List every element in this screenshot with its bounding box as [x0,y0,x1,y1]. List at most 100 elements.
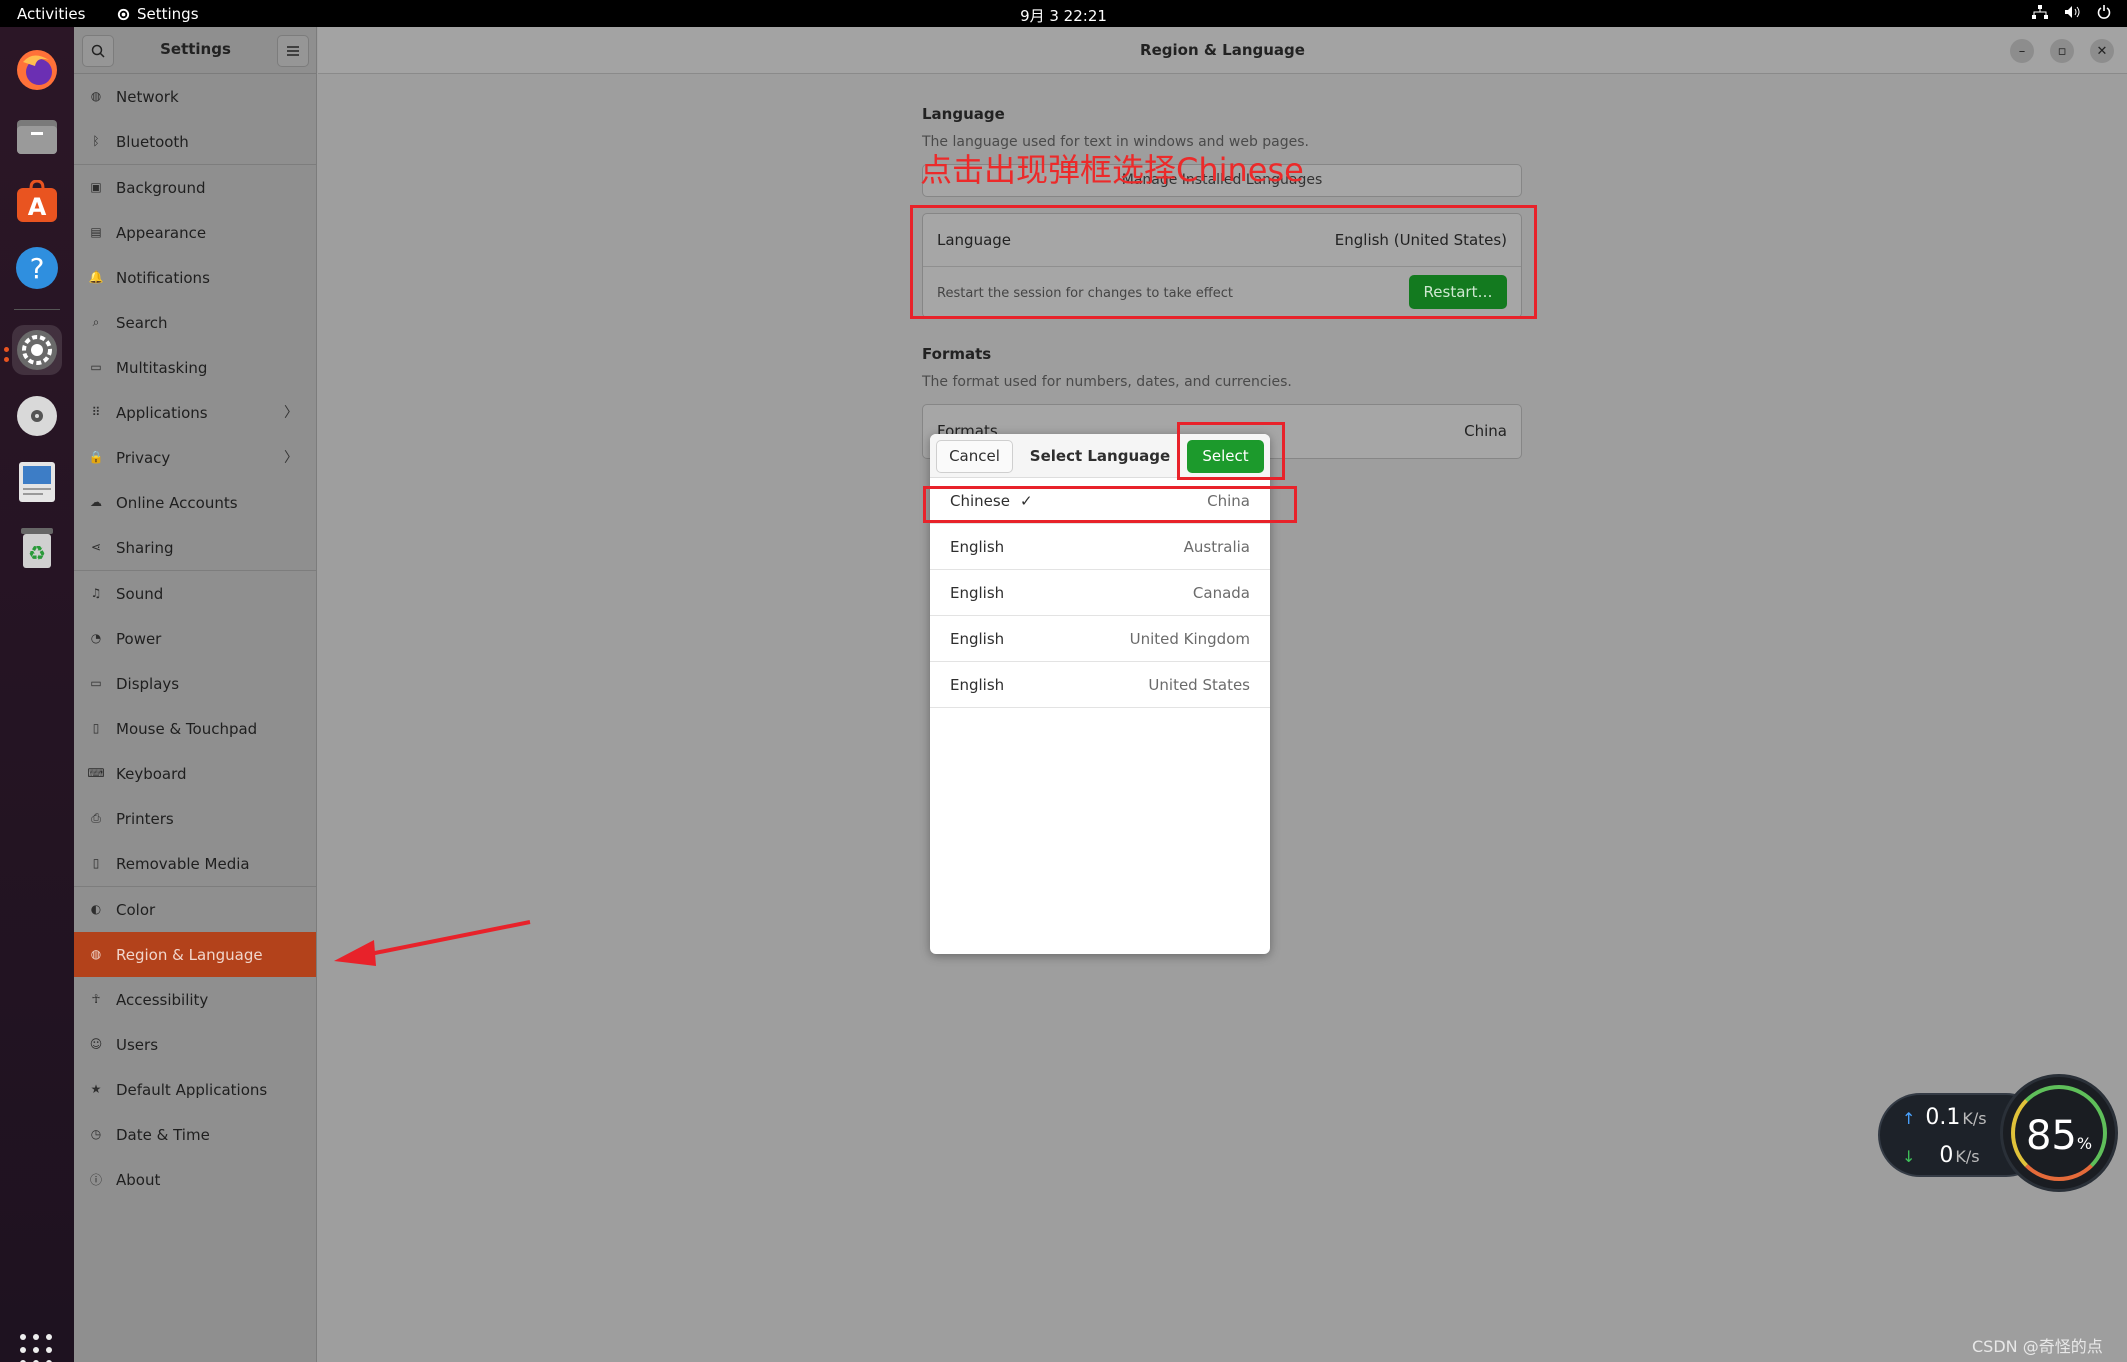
menu-button[interactable] [277,35,309,67]
sidebar-item-mouse-touchpad[interactable]: ▯ Mouse & Touchpad [74,706,316,751]
upload-value: 0.1 [1925,1105,1961,1130]
sidebar-item-keyboard[interactable]: ⌨ Keyboard [74,751,316,796]
language-option-country: Canada [1192,584,1250,602]
page-title: Region & Language [1140,41,1305,59]
sidebar-item-accessibility[interactable]: ☥ Accessibility [74,977,316,1022]
appearance-icon: ▤ [90,225,102,239]
language-option-name: English [950,676,1005,694]
sidebar-item-multitasking[interactable]: ▭ Multitasking [74,345,316,390]
trash-icon[interactable]: ♻ [12,523,62,573]
sidebar-item-label: Notifications [116,268,210,287]
sidebar-item-region-language[interactable]: ◍ Region & Language [74,932,316,977]
help-icon[interactable]: ? [12,243,62,293]
language-option[interactable]: English United States [930,662,1270,708]
show-applications-icon[interactable] [20,1334,54,1362]
minimize-icon: – [2018,43,2026,59]
sidebar-item-label: Search [116,313,168,332]
settings-icon[interactable] [12,325,62,375]
sidebar-item-removable-media[interactable]: ▯ Removable Media [74,841,316,886]
sidebar-item-label: Color [116,900,156,919]
sidebar-item-label: Power [116,629,162,648]
sidebar-item-network[interactable]: ◍ Network [74,74,316,119]
power-icon: ◔ [90,631,102,645]
sidebar-item-displays[interactable]: ▭ Displays [74,661,316,706]
system-tray[interactable] [2031,3,2113,21]
power-icon[interactable] [2095,3,2113,21]
language-option[interactable]: English United Kingdom [930,616,1270,662]
maximize-button[interactable]: ▫ [2050,39,2074,63]
cloud-icon: ☁ [90,495,102,509]
sidebar-item-label: Network [116,87,179,106]
sidebar-item-label: About [116,1170,161,1189]
firefox-icon[interactable] [12,45,62,95]
language-option[interactable]: English Canada [930,570,1270,616]
network-wired-icon[interactable] [2031,3,2049,21]
maximize-icon: ▫ [2057,43,2067,59]
sidebar-item-default-applications[interactable]: ★ Default Applications [74,1067,316,1112]
sidebar-item-label: Sharing [116,538,174,557]
sidebar-item-label: Users [116,1035,159,1054]
sidebar-header: Settings [74,27,316,74]
sidebar-item-date-time[interactable]: ◷ Date & Time [74,1112,316,1157]
close-button[interactable]: ✕ [2090,39,2114,63]
sidebar-item-printers[interactable]: ⎙ Printers [74,796,316,841]
sidebar-item-label: Printers [116,809,174,828]
display-icon: ▭ [90,676,102,690]
sidebar-item-label: Mouse & Touchpad [116,719,258,738]
text-editor-icon[interactable] [12,457,62,507]
main-header: Region & Language – ▫ ✕ [318,27,2127,74]
minimize-button[interactable]: – [2010,39,2034,63]
svg-text:?: ? [30,252,45,285]
svg-text:♻: ♻ [28,541,46,565]
annotation-text: 点击出现弹框选择Chinese [920,151,1304,189]
sidebar-item-notifications[interactable]: 🔔 Notifications [74,255,316,300]
volume-icon[interactable] [2063,3,2081,21]
files-icon[interactable] [12,111,62,161]
sidebar-item-search[interactable]: ⌕ Search [74,300,316,345]
star-icon: ★ [90,1082,102,1096]
sidebar-item-about[interactable]: ⓘ About [74,1157,316,1202]
arrow-icon [334,920,531,966]
sidebar-item-label: Region & Language [116,945,263,964]
multitasking-icon: ▭ [90,360,102,374]
sidebar-item-bluetooth[interactable]: ᛒ Bluetooth [74,119,316,164]
sidebar-item-label: Multitasking [116,358,208,377]
sidebar-item-online-accounts[interactable]: ☁ Online Accounts [74,480,316,525]
sidebar-item-label: Date & Time [116,1125,210,1144]
clock[interactable]: 9月 3 22:21 [0,5,2127,26]
sidebar-item-label: Keyboard [116,764,187,783]
app-center-icon[interactable]: A [12,177,62,227]
sidebar-item-sharing[interactable]: ⋖ Sharing [74,525,316,570]
search-icon: ⌕ [92,314,100,329]
sidebar-item-label: Background [116,178,206,197]
sidebar-item-label: Bluetooth [116,132,189,151]
language-option-name-wrap: English [950,676,1004,694]
sidebar-item-users[interactable]: ☺ Users [74,1022,316,1067]
sidebar-item-appearance[interactable]: ▤ Appearance [74,210,316,255]
media-icon: ▯ [92,856,100,870]
sidebar-item-label: Sound [116,584,164,603]
sidebar-item-color[interactable]: ◐ Color [74,887,316,932]
globe-icon: ◍ [90,947,102,961]
disc-icon[interactable] [12,391,62,441]
language-option[interactable]: English Australia [930,524,1270,570]
cpu-value: 85% [2003,1113,2115,1159]
language-option-name: English [950,584,1005,602]
sidebar-item-label: Default Applications [116,1080,268,1099]
info-icon: ⓘ [89,1172,102,1187]
sidebar-item-label: Displays [116,674,180,693]
sidebar-item-label: Online Accounts [116,493,238,512]
sidebar-item-sound[interactable]: ♫ Sound [74,571,316,616]
formats-section-title: Formats [922,345,992,363]
dock: A ? ♻ [0,27,74,1362]
sidebar-item-applications[interactable]: ⠿ Applications 〉 [74,390,316,435]
sidebar-item-background[interactable]: ▣ Background [74,165,316,210]
svg-text:A: A [28,193,47,221]
clock-icon: ◷ [90,1127,102,1141]
sidebar-item-privacy[interactable]: 🔒 Privacy 〉 [74,435,316,480]
highlight-language-card [910,205,1537,319]
printer-icon: ⎙ [91,810,101,825]
sidebar-item-power[interactable]: ◔ Power [74,616,316,661]
hamburger-icon [287,46,299,56]
cpu-gauge: 85% [2000,1074,2118,1192]
